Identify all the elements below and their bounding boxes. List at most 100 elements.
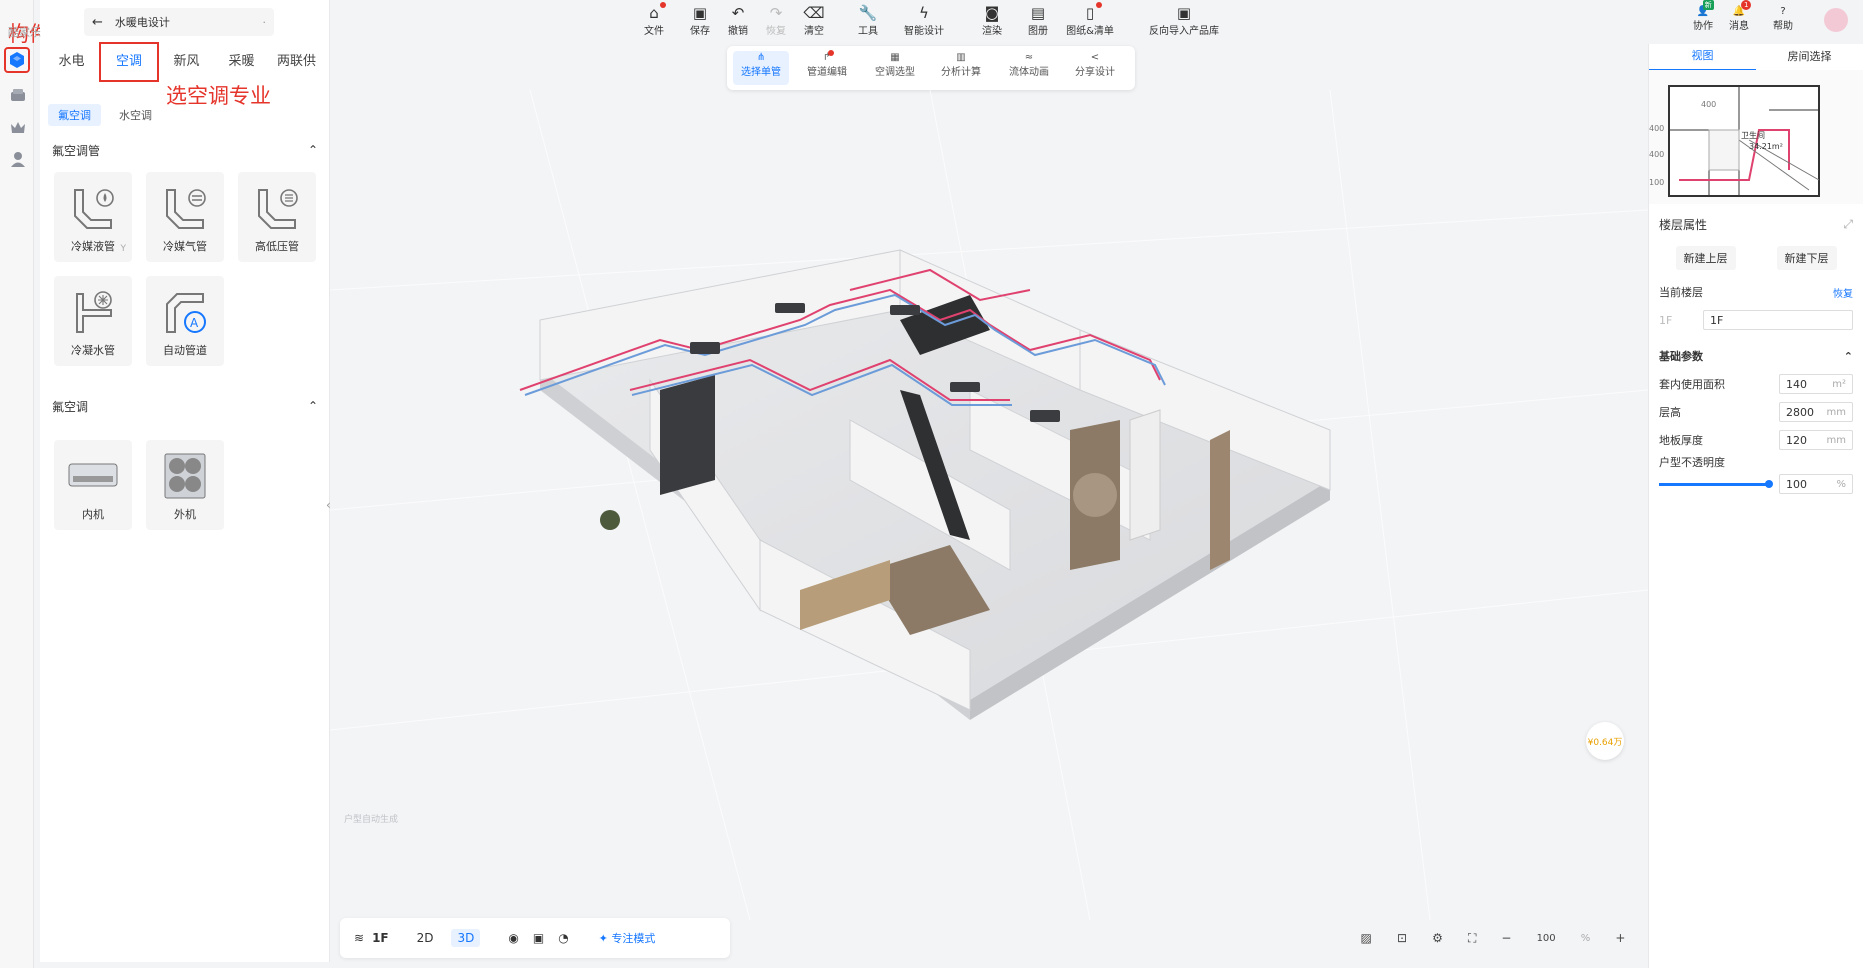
height-input[interactable]: 2800 mm <box>1779 402 1853 422</box>
tab-plumbing[interactable]: 水电 <box>44 47 99 77</box>
floor-name-row: 1F 1F <box>1649 306 1863 334</box>
value: 140 <box>1786 377 1807 391</box>
app-logo: 酷家乐 <box>8 26 41 39</box>
gauge-icon[interactable]: ◔ <box>558 931 568 945</box>
tab-hvac[interactable]: 空调 <box>99 42 159 82</box>
tab-view[interactable]: 视图 <box>1649 43 1756 71</box>
flow-icon: ≈ <box>1024 52 1034 63</box>
share-icon: < <box>1090 52 1100 63</box>
back-arrow-icon[interactable]: ← <box>92 15 103 30</box>
label: 地板厚度 <box>1659 434 1703 447</box>
area-input[interactable]: 140 m² <box>1779 374 1853 394</box>
label: 管道编辑 <box>807 67 847 78</box>
btn-ac-selection[interactable]: ▦ 空调选型 <box>867 52 923 78</box>
new-lower-floor-button[interactable]: 新建下层 <box>1776 246 1837 270</box>
floor-index: 1F <box>1659 313 1673 327</box>
floorplan-3d[interactable] <box>329 89 1649 921</box>
zoom-level[interactable]: 100 <box>1537 933 1556 944</box>
label: 撤销 <box>728 26 748 37</box>
tab-heating[interactable]: 采暖 <box>214 47 269 77</box>
cabinet-icon[interactable] <box>7 84 29 106</box>
zoom-in-icon[interactable]: + <box>1615 931 1625 945</box>
label: 分析计算 <box>941 67 981 78</box>
section-pipes[interactable]: 氟空调管 ⌃ <box>40 136 330 164</box>
item-high-low-pressure-pipe[interactable]: 高低压管 <box>238 172 316 262</box>
btn-render[interactable]: ◙ 渲染 <box>968 4 1016 37</box>
opacity-row: 100% <box>1649 470 1863 498</box>
chevron-up-icon[interactable]: ⌃ <box>308 399 318 413</box>
floor-name-input[interactable]: 1F <box>1703 310 1853 330</box>
btn-pipe-edit[interactable]: ↱ 管道编辑 <box>799 50 855 78</box>
item-indoor-unit[interactable]: 内机 <box>54 440 132 530</box>
btn-fluid-animation[interactable]: ≈ 流体动画 <box>1001 52 1057 78</box>
label: 当前楼层 <box>1659 286 1703 299</box>
view-2d-button[interactable]: 2D <box>417 931 434 945</box>
focus-mode-button[interactable]: ✦ 专注模式 <box>599 930 656 946</box>
sub-tabs: 氟空调 水空调 <box>40 94 170 136</box>
file-title-bar[interactable]: ← 水暖电设计 · <box>84 8 274 36</box>
file-title: 水暖电设计 <box>114 16 170 29</box>
floor-actions: 新建上层 新建下层 <box>1649 238 1863 278</box>
item-refrigerant-gas-pipe[interactable]: 冷媒气管 <box>146 172 224 262</box>
tab-fresh-air[interactable]: 新风 <box>159 47 214 77</box>
camera-view-icon[interactable]: ⊡ <box>1397 931 1407 945</box>
fullscreen-icon[interactable]: ⛶ <box>1468 931 1476 946</box>
btn-smart-design[interactable]: ϟ 智能设计 <box>894 4 954 37</box>
slider-handle[interactable] <box>1765 479 1773 488</box>
chip-water-ac[interactable]: 水空调 <box>109 104 162 126</box>
settings-icon[interactable]: ⚙ <box>1432 931 1443 945</box>
item-label: 内机 <box>82 508 104 521</box>
ac-select-icon: ▦ <box>890 52 900 63</box>
opacity-input[interactable]: 100% <box>1779 474 1853 494</box>
btn-reverse-import[interactable]: ▣ 反向导入产品库 <box>1138 4 1230 37</box>
btn-tools[interactable]: 🔧 工具 <box>844 4 892 37</box>
3d-viewport[interactable]: 户型自动生成 ¥0.64万 <box>329 89 1649 921</box>
view-3d-button[interactable]: 3D <box>451 929 481 947</box>
label: 选择单管 <box>741 67 781 78</box>
tab-dual-supply[interactable]: 两联供 <box>269 47 324 77</box>
crown-icon[interactable] <box>7 116 29 138</box>
btn-share[interactable]: < 分享设计 <box>1067 52 1123 78</box>
opacity-slider[interactable] <box>1659 479 1773 488</box>
eye-icon[interactable]: ◉ <box>508 931 518 945</box>
btn-messages[interactable]: 🔔 1 消息 <box>1722 0 1756 32</box>
sub-toolbar: ⋔ 选择单管 ↱ 管道编辑 ▦ 空调选型 ▥ 分析计算 ≈ 流体动画 < 分享设计 <box>727 46 1135 90</box>
price-badge[interactable]: ¥0.64万 <box>1586 722 1624 760</box>
btn-collaborate[interactable]: 👤 新协作 <box>1686 0 1720 32</box>
section-units[interactable]: 氟空调 ⌃ <box>40 392 330 420</box>
item-condensate-pipe[interactable]: 冷凝水管 <box>54 276 132 366</box>
btn-help[interactable]: ? 帮助 <box>1766 6 1800 32</box>
chevron-up-icon[interactable]: ⌃ <box>308 143 318 157</box>
btn-drawings[interactable]: ▯ 图纸&清单 <box>1058 2 1122 37</box>
chip-fluorine-ac[interactable]: 氟空调 <box>48 104 101 126</box>
thickness-input[interactable]: 120 mm <box>1779 430 1853 450</box>
btn-album[interactable]: ▤ 图册 <box>1014 4 1062 37</box>
zoom-out-icon[interactable]: − <box>1501 931 1511 945</box>
layers-icon[interactable]: ≋ <box>354 931 364 945</box>
btn-clear[interactable]: ⌫ 清空 <box>790 4 838 37</box>
label: 分享设计 <box>1075 67 1115 78</box>
new-upper-floor-button[interactable]: 新建上层 <box>1675 246 1736 270</box>
restore-link[interactable]: 恢复 <box>1833 285 1853 300</box>
item-outdoor-unit[interactable]: 外机 <box>146 440 224 530</box>
label: 消息 <box>1729 21 1749 32</box>
btn-analysis[interactable]: ▥ 分析计算 <box>933 52 989 78</box>
label: 流体动画 <box>1009 67 1049 78</box>
chevron-up-icon[interactable]: ⌃ <box>1844 350 1853 363</box>
svg-text:A: A <box>190 316 199 330</box>
basic-params-header[interactable]: 基础参数 ⌃ <box>1649 342 1863 370</box>
minimap[interactable]: 400 400 400 100 卫生间 34.21m² <box>1649 70 1863 204</box>
btn-select-single-pipe[interactable]: ⋔ 选择单管 <box>733 51 789 85</box>
section-title: 氟空调管 <box>52 143 101 158</box>
tab-room-select[interactable]: 房间选择 <box>1756 44 1863 70</box>
cube-icon[interactable]: ▣ <box>533 931 544 945</box>
item-refrigerant-liquid-pipe[interactable]: 冷媒液管 Y <box>54 172 132 262</box>
image-icon[interactable]: ▨ <box>1361 931 1372 945</box>
minimap-label: 400 <box>1649 150 1665 159</box>
expand-icon[interactable]: ⤢ <box>1843 217 1853 232</box>
user-icon[interactable] <box>7 148 29 170</box>
btn-file[interactable]: ⌂ 文件 <box>630 2 678 37</box>
avatar[interactable] <box>1824 8 1848 32</box>
item-auto-pipe[interactable]: A 自动管道 <box>146 276 224 366</box>
floor-selector[interactable]: 1F <box>372 931 389 945</box>
